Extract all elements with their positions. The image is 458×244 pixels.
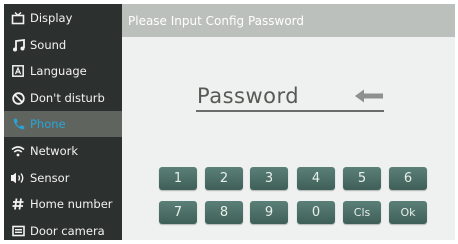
sidebar-item-home-number[interactable]: Home number <box>4 191 122 217</box>
sidebar-item-sensor[interactable]: Sensor <box>4 165 122 191</box>
sidebar-item-label: Network <box>30 144 79 158</box>
wifi-icon <box>9 145 27 157</box>
sidebar-item-language[interactable]: Language <box>4 58 122 84</box>
screen: Display Sound Language Don't disturb Pho… <box>4 4 455 240</box>
sidebar-item-label: Don't disturb <box>30 91 105 105</box>
key-5[interactable]: 5 <box>343 167 381 190</box>
key-6[interactable]: 6 <box>389 167 427 190</box>
sidebar-item-network[interactable]: Network <box>4 138 122 164</box>
key-0[interactable]: 0 <box>297 201 335 224</box>
sidebar-item-label: Sensor <box>30 171 70 185</box>
sidebar-item-label: Phone <box>30 117 66 131</box>
sidebar-item-label: Display <box>30 11 73 25</box>
sidebar-item-dont-disturb[interactable]: Don't disturb <box>4 85 122 111</box>
do-not-disturb-icon <box>9 91 27 105</box>
password-underline <box>196 110 384 112</box>
phone-icon <box>9 118 27 131</box>
sidebar-item-label: Sound <box>30 38 67 52</box>
backspace-arrow-icon <box>355 89 383 103</box>
key-2[interactable]: 2 <box>205 167 243 190</box>
key-3[interactable]: 3 <box>250 167 288 190</box>
hash-icon <box>9 198 27 210</box>
sidebar-item-phone[interactable]: Phone <box>4 111 122 137</box>
sidebar: Display Sound Language Don't disturb Pho… <box>4 4 122 240</box>
key-8[interactable]: 8 <box>205 201 243 224</box>
sidebar-item-door-camera[interactable]: Door camera <box>4 218 122 240</box>
dialog-title: Please Input Config Password <box>122 4 455 37</box>
language-icon <box>9 65 27 77</box>
clear-button[interactable]: Cls <box>343 201 381 224</box>
key-1[interactable]: 1 <box>159 167 197 190</box>
sidebar-item-display[interactable]: Display <box>4 5 122 31</box>
music-note-icon <box>9 38 27 52</box>
backspace-button[interactable] <box>354 88 384 103</box>
display-icon <box>9 11 27 25</box>
sidebar-item-label: Door camera <box>30 224 105 238</box>
password-dialog: Please Input Config Password Password 1 … <box>122 4 455 240</box>
sensor-icon <box>9 172 27 184</box>
ok-button[interactable]: Ok <box>389 201 427 224</box>
sidebar-item-label: Home number <box>30 197 113 211</box>
sidebar-item-label: Language <box>30 64 87 78</box>
sidebar-item-sound[interactable]: Sound <box>4 32 122 58</box>
key-7[interactable]: 7 <box>159 201 197 224</box>
password-field[interactable]: Password <box>197 84 299 108</box>
door-camera-icon <box>9 225 27 237</box>
key-9[interactable]: 9 <box>250 201 288 224</box>
key-4[interactable]: 4 <box>297 167 335 190</box>
